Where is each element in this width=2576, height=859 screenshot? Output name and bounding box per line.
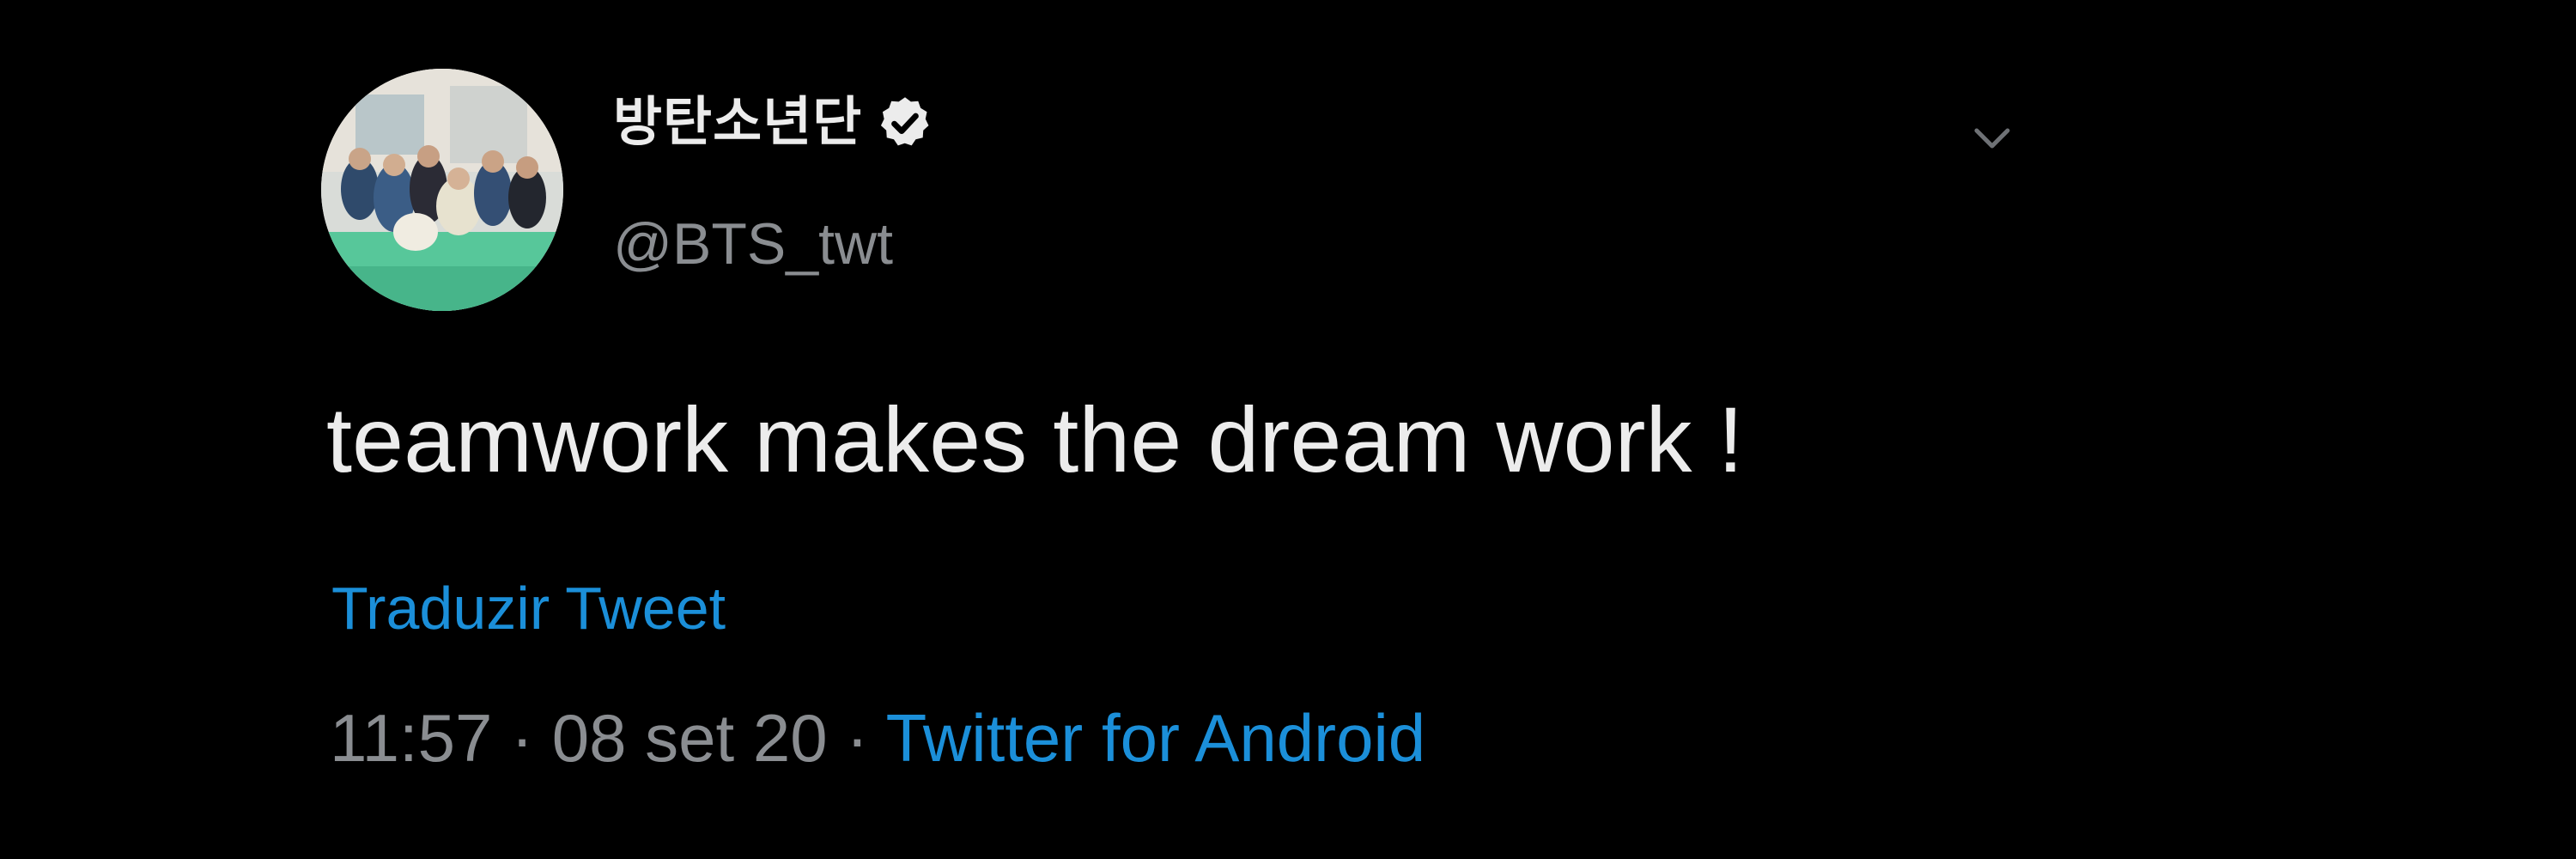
- translate-tweet-link[interactable]: Traduzir Tweet: [331, 578, 726, 638]
- tweet-meta-line: 11:57 · 08 set 20 · Twitter for Android: [330, 704, 1425, 771]
- tweet-time: 11:57: [330, 700, 493, 776]
- tweet-date: 08 set 20: [551, 700, 828, 776]
- tweet-source-link[interactable]: Twitter for Android: [886, 700, 1426, 776]
- avatar-photo-icon: [321, 69, 563, 311]
- author-display-name[interactable]: 방탄소년단: [613, 96, 862, 149]
- chevron-down-icon[interactable]: [1966, 112, 2018, 163]
- tweet-body-text: teamwork makes the dream work !: [326, 387, 1744, 491]
- meta-separator: ·: [511, 700, 534, 776]
- screenshot-canvas: 방탄소년단 @BTS_twt teamwork makes the dream …: [0, 0, 2576, 859]
- author-handle[interactable]: @BTS_twt: [613, 215, 893, 273]
- author-name-row[interactable]: 방탄소년단: [613, 84, 934, 161]
- meta-separator: ·: [846, 700, 869, 776]
- tweet-card: 방탄소년단 @BTS_twt teamwork makes the dream …: [0, 0, 2576, 859]
- profile-avatar[interactable]: [321, 69, 563, 311]
- verified-badge-icon: [876, 94, 934, 152]
